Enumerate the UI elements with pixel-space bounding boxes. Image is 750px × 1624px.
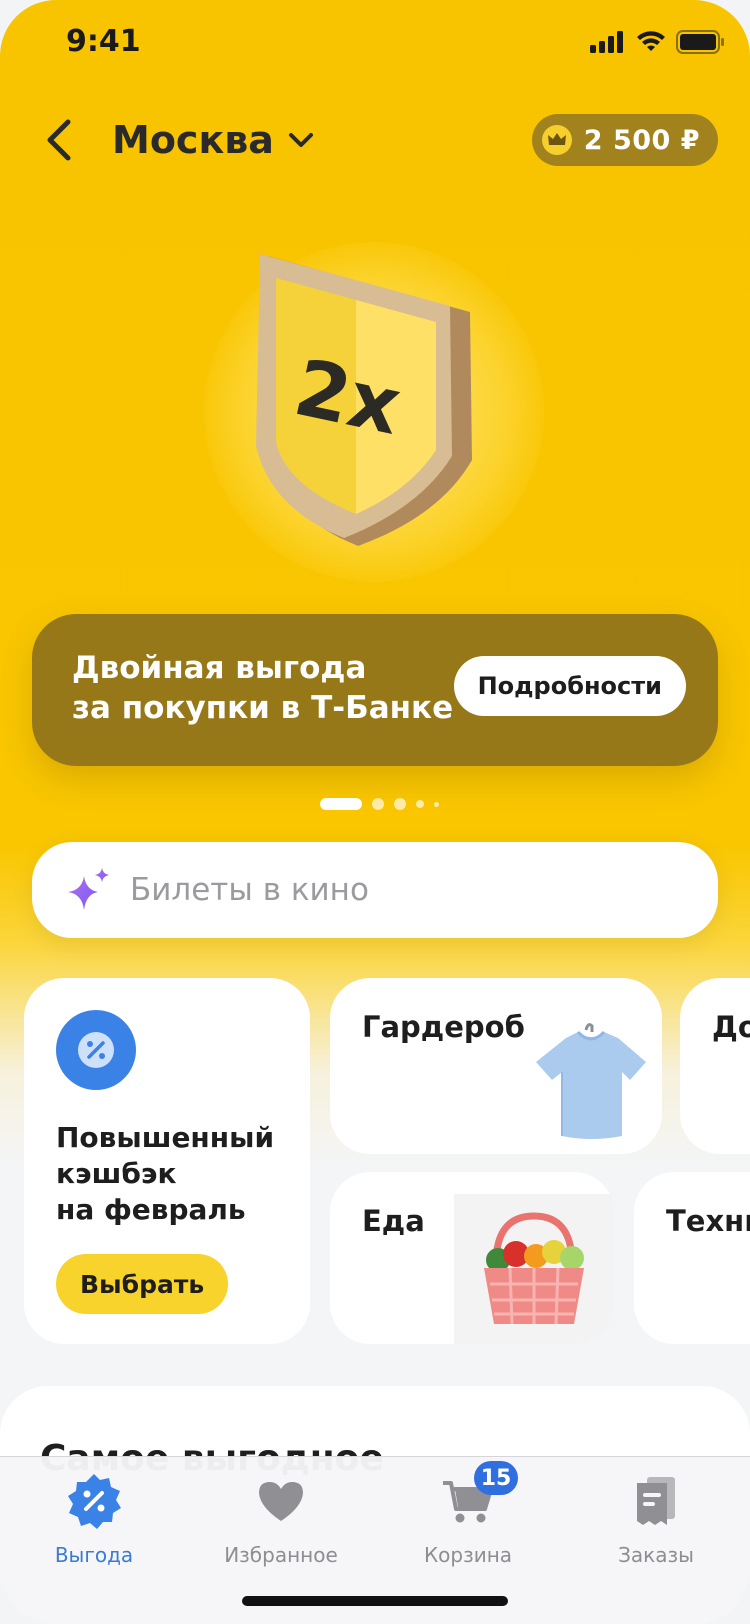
heart-icon	[251, 1471, 311, 1531]
wifi-icon	[637, 31, 665, 51]
tshirt-icon	[536, 1023, 646, 1139]
details-button[interactable]: Подробности	[453, 656, 686, 716]
balance-pill[interactable]: 2 500 ₽	[531, 114, 718, 166]
category-card-home[interactable]: До	[680, 978, 750, 1154]
back-button[interactable]	[28, 108, 88, 172]
crown-coin-icon	[541, 125, 572, 155]
city-selector[interactable]: Москва	[112, 110, 314, 170]
tab-label: Корзина	[423, 1543, 513, 1567]
tab-label: Выгода	[54, 1543, 134, 1567]
percent-icon	[56, 1010, 136, 1090]
tab-label: Заказы	[618, 1543, 694, 1567]
search-placeholder: Билеты в кино	[130, 872, 369, 908]
pager-dot[interactable]	[320, 798, 362, 810]
cellular-signal-icon	[590, 31, 623, 53]
discount-badge-icon	[64, 1471, 124, 1531]
app-screen: 9:41 Москва 2 500 ₽ 2x Двойная выгода за…	[0, 0, 750, 1624]
pager-dot[interactable]	[394, 798, 406, 810]
search-bar[interactable]: Билеты в кино	[32, 842, 718, 938]
tab-cart[interactable]: 15 Корзина	[378, 1461, 558, 1581]
promo-banner[interactable]: Двойная выгода за покупки в Т-Банке Подр…	[32, 614, 718, 766]
status-icons	[590, 30, 724, 54]
shield-2x-illustration: 2x	[256, 254, 472, 546]
receipt-icon	[626, 1471, 686, 1531]
cart-icon: 15	[438, 1461, 518, 1531]
tab-benefit[interactable]: Выгода	[4, 1471, 184, 1581]
status-bar: 9:41	[0, 0, 750, 92]
cashback-card[interactable]: Повышенный кэшбэк на февраль Выбрать	[24, 978, 310, 1344]
grocery-basket-icon	[454, 1194, 614, 1344]
banner-pager	[320, 798, 439, 810]
city-label: Москва	[112, 118, 274, 162]
pager-dot[interactable]	[372, 798, 384, 810]
category-card-wardrobe[interactable]: Гардероб	[330, 978, 662, 1154]
cart-count-badge: 15	[474, 1461, 518, 1495]
battery-icon	[676, 30, 724, 54]
category-title: Техни	[666, 1204, 750, 1238]
tab-orders[interactable]: Заказы	[566, 1471, 746, 1581]
chevron-down-icon	[288, 133, 313, 147]
pager-dot[interactable]	[416, 800, 424, 808]
category-card-food[interactable]: Еда	[330, 1172, 614, 1344]
status-time: 9:41	[66, 24, 141, 59]
category-title: Еда	[362, 1204, 425, 1238]
home-indicator	[242, 1596, 508, 1606]
balance-value: 2 500 ₽	[583, 124, 700, 156]
tab-favorites[interactable]: Избранное	[191, 1471, 371, 1581]
category-title: Гардероб	[362, 1010, 525, 1044]
promo-title: Двойная выгода за покупки в Т-Банке	[72, 650, 454, 726]
cashback-title: Повышенный кэшбэк на февраль	[56, 1121, 275, 1226]
sparkle-icon	[68, 868, 109, 910]
category-title: До	[712, 1010, 750, 1044]
pager-dot[interactable]	[434, 801, 439, 807]
header: Москва 2 500 ₽	[0, 100, 750, 180]
choose-button[interactable]: Выбрать	[56, 1254, 229, 1314]
category-card-tech[interactable]: Техни	[634, 1172, 750, 1344]
tab-label: Избранное	[224, 1543, 338, 1567]
chevron-left-icon	[47, 119, 71, 161]
